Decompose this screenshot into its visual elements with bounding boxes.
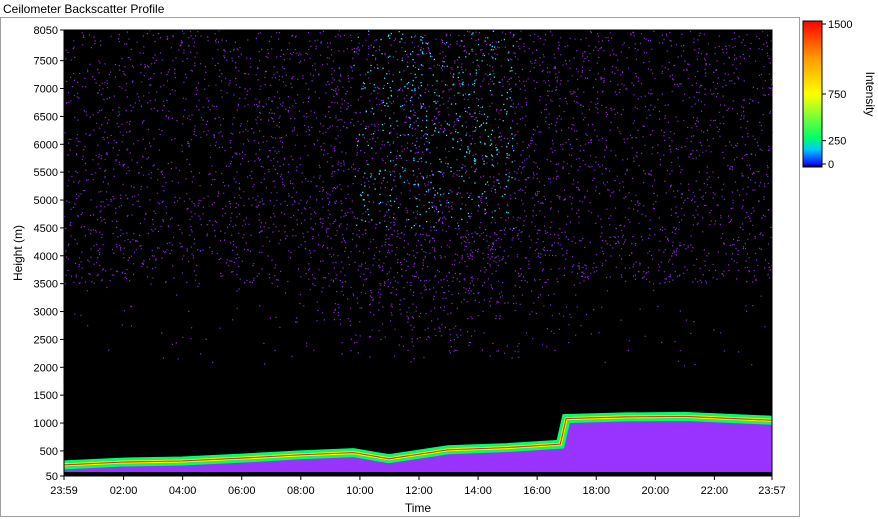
- y-tick-label: 500: [40, 446, 58, 458]
- y-tick-label: 6000: [34, 139, 58, 151]
- x-tick-label: 20:00: [642, 485, 670, 497]
- y-axis-label: Height (m): [11, 225, 25, 281]
- y-tick-label: 50: [46, 471, 58, 483]
- y-tick-label: 4000: [34, 251, 58, 263]
- x-tick-label: 23:57: [758, 485, 786, 497]
- colorbar-tick-label: 750: [828, 89, 846, 101]
- x-tick-label: 08:00: [287, 485, 315, 497]
- colorbar-tick-label: 0: [828, 159, 834, 171]
- ground-strip: [64, 472, 772, 476]
- y-tick-label: 2000: [34, 362, 58, 374]
- y-tick-label: 5000: [34, 195, 58, 207]
- y-tick-label: 8050: [34, 25, 58, 37]
- y-tick-label: 5500: [34, 167, 58, 179]
- x-tick-label: 02:00: [110, 485, 138, 497]
- x-tick-label: 14:00: [464, 485, 492, 497]
- x-tick-label: 23:59: [50, 485, 78, 497]
- colorbar-label: Intensity: [863, 72, 877, 117]
- x-tick-label: 10:00: [346, 485, 374, 497]
- y-tick-label: 4500: [34, 223, 58, 235]
- y-tick-label: 3000: [34, 307, 58, 319]
- x-axis-label: Time: [405, 501, 432, 515]
- y-tick-label: 6500: [34, 111, 58, 123]
- colorbar-tick-label: 250: [828, 136, 846, 148]
- colorbar-tick-label: 1500: [828, 19, 852, 31]
- y-tick-label: 3500: [34, 279, 58, 291]
- x-tick-label: 06:00: [228, 485, 256, 497]
- y-tick-label: 1000: [34, 418, 58, 430]
- colorbar: [802, 20, 823, 168]
- y-tick-label: 2500: [34, 334, 58, 346]
- x-tick-label: 22:00: [701, 485, 729, 497]
- y-tick-label: 7000: [34, 84, 58, 96]
- x-tick-label: 16:00: [523, 485, 551, 497]
- y-tick-label: 1500: [34, 390, 58, 402]
- y-tick-label: 7500: [34, 56, 58, 68]
- x-tick-label: 12:00: [405, 485, 433, 497]
- x-tick-label: 04:00: [169, 485, 197, 497]
- backscatter-chart: 5050010001500200025003000350040004500500…: [11, 19, 877, 515]
- x-tick-label: 18:00: [582, 485, 610, 497]
